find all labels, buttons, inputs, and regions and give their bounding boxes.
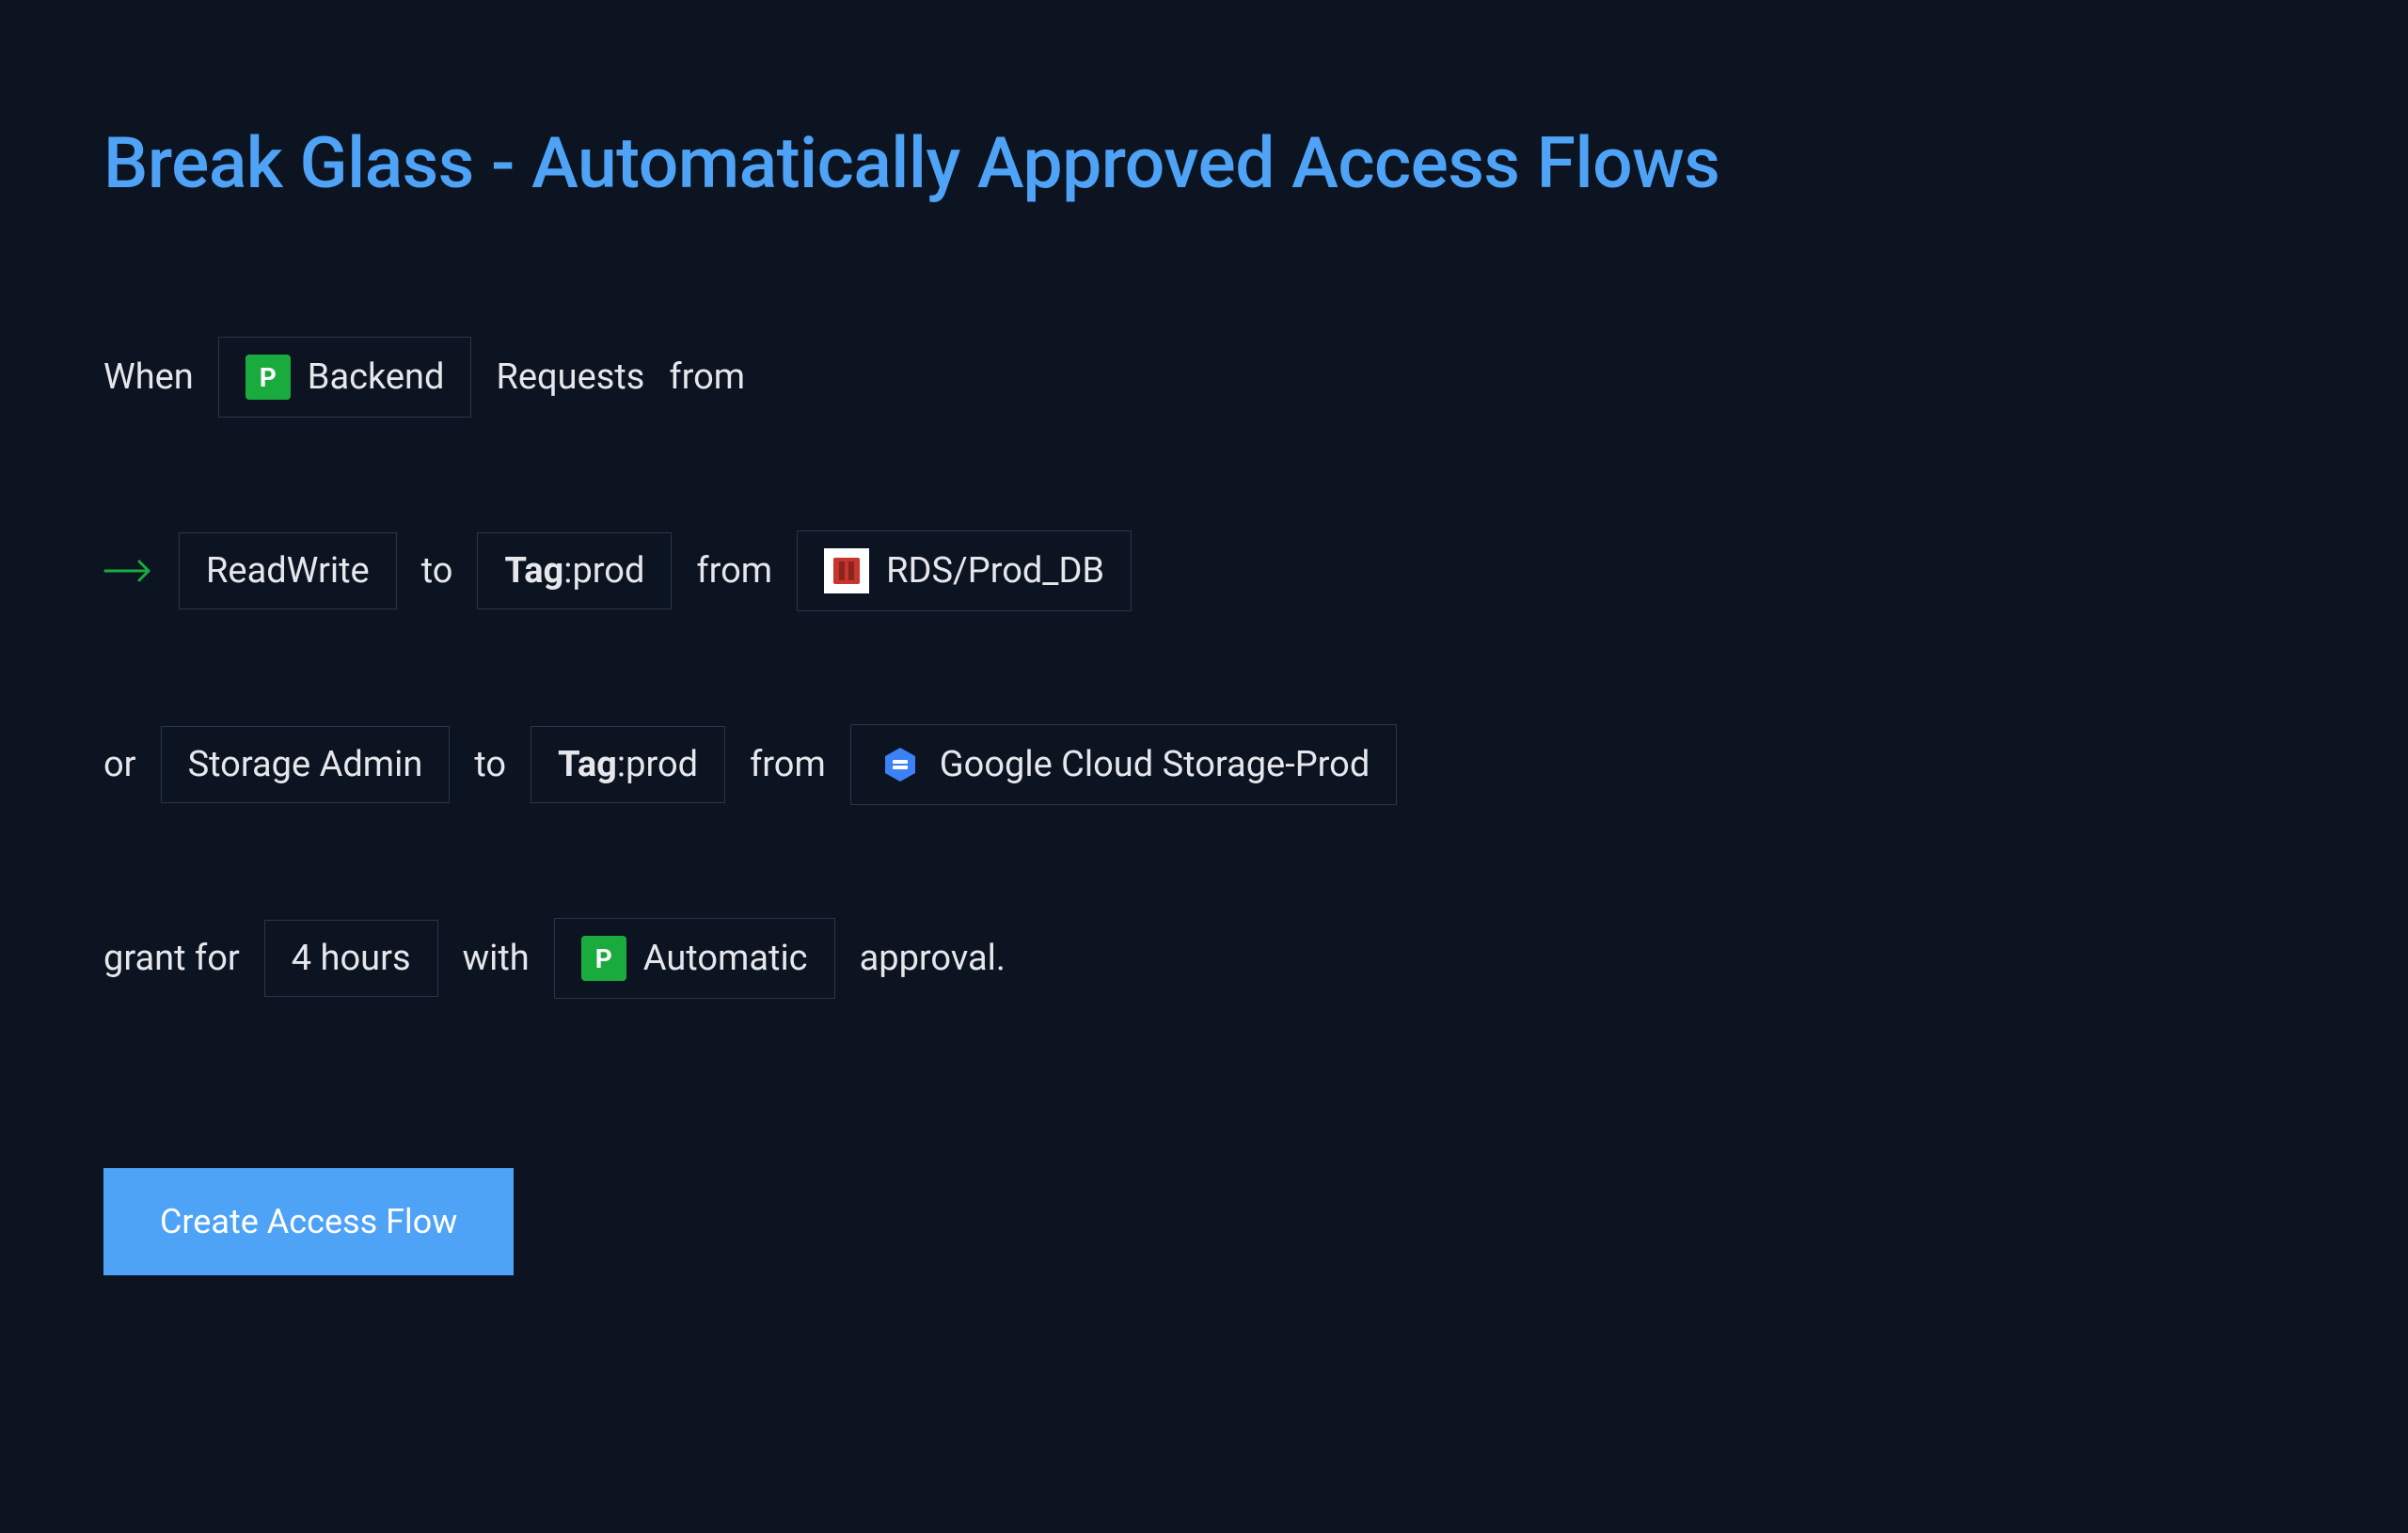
from-label-2: from bbox=[696, 550, 772, 592]
grant-for-label: grant for bbox=[103, 938, 240, 979]
tag-value-1: :prod bbox=[563, 550, 644, 592]
duration-value: 4 hours bbox=[292, 938, 411, 979]
to-label-1: to bbox=[421, 550, 453, 592]
gcs-icon bbox=[878, 742, 923, 787]
requester-name: Backend bbox=[308, 356, 445, 398]
permission-chip-2[interactable]: Storage Admin bbox=[161, 726, 451, 803]
arrow-right-icon bbox=[103, 548, 154, 594]
page-title: Break Glass - Automatically Approved Acc… bbox=[103, 122, 2305, 205]
requests-label: Requests bbox=[496, 356, 644, 398]
tag-label-1: Tag bbox=[504, 550, 563, 592]
with-label: with bbox=[463, 938, 530, 979]
resource-chip-1[interactable]: RDS/Prod_DB bbox=[797, 530, 1132, 611]
tag-combined-2: Tag:prod bbox=[558, 744, 698, 785]
flow-row-requester: When P Backend Requests from bbox=[103, 337, 2305, 418]
permission-name-2: Storage Admin bbox=[188, 744, 423, 785]
from-label-3: from bbox=[750, 744, 826, 785]
tag-chip-1[interactable]: Tag:prod bbox=[477, 532, 672, 609]
from-label-1: from bbox=[669, 356, 745, 398]
flow-row-permission-2: or Storage Admin to Tag:prod from Google… bbox=[103, 724, 2305, 805]
resource-chip-2[interactable]: Google Cloud Storage-Prod bbox=[850, 724, 1398, 805]
permission-name-1: ReadWrite bbox=[206, 550, 370, 592]
requester-chip[interactable]: P Backend bbox=[218, 337, 472, 418]
approval-p-icon: P bbox=[581, 936, 626, 981]
to-label-2: to bbox=[474, 744, 506, 785]
resource-name-1: RDS/Prod_DB bbox=[886, 550, 1104, 592]
tag-value-2: :prod bbox=[617, 744, 698, 785]
approval-chip[interactable]: P Automatic bbox=[554, 918, 835, 999]
approval-label: approval. bbox=[860, 938, 1006, 979]
resource-name-2: Google Cloud Storage-Prod bbox=[940, 744, 1370, 785]
tag-label-2: Tag bbox=[558, 744, 617, 785]
tag-combined-1: Tag:prod bbox=[504, 550, 644, 592]
approval-type: Automatic bbox=[643, 938, 808, 979]
when-label: When bbox=[103, 356, 194, 398]
rds-icon bbox=[824, 548, 869, 593]
requester-p-icon: P bbox=[246, 355, 291, 400]
tag-chip-2[interactable]: Tag:prod bbox=[531, 726, 725, 803]
create-access-flow-button[interactable]: Create Access Flow bbox=[103, 1168, 514, 1275]
flow-row-grant: grant for 4 hours with P Automatic appro… bbox=[103, 918, 2305, 999]
flow-row-permission-1: ReadWrite to Tag:prod from RDS/Prod_DB bbox=[103, 530, 2305, 611]
permission-chip-1[interactable]: ReadWrite bbox=[179, 532, 397, 609]
duration-chip[interactable]: 4 hours bbox=[264, 920, 438, 997]
or-label: or bbox=[103, 744, 136, 785]
